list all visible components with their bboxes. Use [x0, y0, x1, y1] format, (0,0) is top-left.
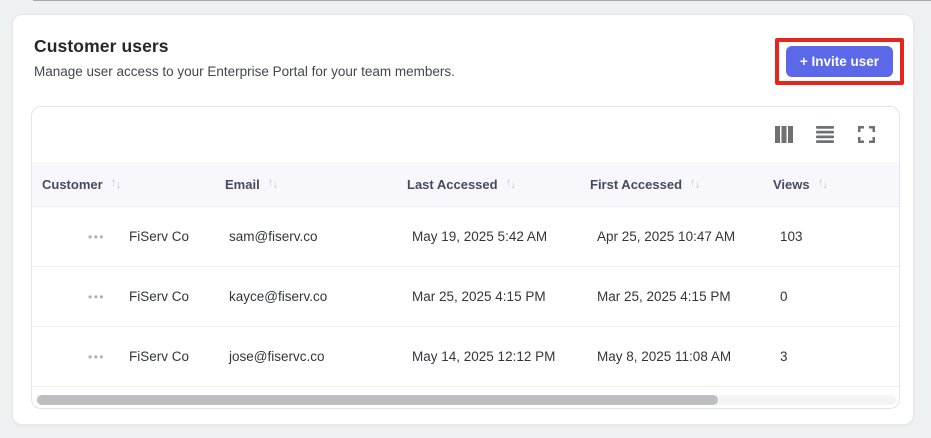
customer-users-card: Customer users Manage user access to you…: [12, 14, 914, 425]
fullscreen-icon: [857, 126, 875, 143]
last-accessed-cell: May 19, 2025 5:42 AM: [412, 229, 548, 244]
fullscreen-button[interactable]: [852, 121, 880, 149]
column-header-views[interactable]: Views ↑ ↓: [773, 177, 899, 192]
row-menu-cell: •••: [32, 289, 129, 304]
users-table: Customer ↑ ↓ Email ↑ ↓ Last Accessed ↑ ↓ Fi…: [31, 106, 900, 409]
row-menu-cell: •••: [32, 229, 129, 244]
horizontal-scrollbar-thumb[interactable]: [37, 395, 718, 405]
columns-icon: [775, 126, 793, 143]
email-cell: sam@fiserv.co: [229, 229, 318, 244]
page-title: Customer users: [34, 36, 169, 56]
column-label: Customer: [42, 176, 103, 192]
table-body: ••• FiServ Co sam@fiserv.co May 19, 2025…: [32, 207, 899, 387]
row-menu-cell: •••: [32, 349, 129, 364]
table-toolbar: [32, 107, 899, 162]
columns-button[interactable]: [770, 121, 798, 149]
first-accessed-cell: Apr 25, 2025 10:47 AM: [597, 229, 736, 244]
row-density-icon: [816, 126, 834, 143]
email-cell: kayce@fiserv.co: [229, 289, 328, 304]
page: Customer users Manage user access to you…: [0, 0, 931, 438]
column-label: Email: [225, 176, 260, 192]
table-row: ••• FiServ Co kayce@fiserv.co Mar 25, 20…: [32, 267, 899, 327]
row-menu-button[interactable]: •••: [88, 231, 105, 243]
first-accessed-cell: Mar 25, 2025 4:15 PM: [597, 289, 731, 304]
row-density-button[interactable]: [811, 121, 839, 149]
table-header-row: Customer ↑ ↓ Email ↑ ↓ Last Accessed ↑ ↓ Fi…: [32, 162, 899, 207]
page-subtitle: Manage user access to your Enterprise Po…: [34, 64, 455, 79]
heading-block: Customer users Manage user access to you…: [34, 36, 455, 79]
sort-icon: ↑ ↓: [110, 177, 122, 192]
row-menu-button[interactable]: •••: [88, 351, 105, 363]
column-header-first-accessed[interactable]: First Accessed ↑ ↓: [590, 177, 773, 192]
sort-icon: ↑ ↓: [505, 177, 517, 192]
customer-cell: FiServ Co: [129, 349, 190, 364]
last-accessed-cell: May 14, 2025 12:12 PM: [412, 349, 556, 364]
column-header-email[interactable]: Email ↑ ↓: [225, 177, 407, 192]
sort-icon: ↑ ↓: [267, 177, 279, 192]
top-divider: [33, 0, 931, 1]
views-cell: 3: [780, 349, 788, 364]
column-label: Last Accessed: [407, 176, 498, 192]
first-accessed-cell: May 8, 2025 11:08 AM: [597, 349, 732, 364]
annotation-box: + Invite user: [774, 38, 904, 85]
table-row: ••• FiServ Co sam@fiserv.co May 19, 2025…: [32, 207, 899, 267]
sort-icon: ↑ ↓: [690, 177, 701, 192]
customer-cell: FiServ Co: [129, 289, 190, 304]
column-header-last-accessed[interactable]: Last Accessed ↑ ↓: [407, 177, 590, 192]
horizontal-scrollbar-track[interactable]: [35, 395, 896, 405]
table-row: ••• FiServ Co jose@fiservc.co May 14, 20…: [32, 327, 899, 387]
views-cell: 103: [780, 229, 803, 244]
last-accessed-cell: Mar 25, 2025 4:15 PM: [412, 289, 546, 304]
email-cell: jose@fiservc.co: [229, 349, 325, 364]
customer-cell: FiServ Co: [129, 229, 190, 244]
column-label: Views: [773, 176, 810, 192]
views-cell: 0: [780, 289, 788, 304]
column-label: First Accessed: [590, 176, 683, 192]
sort-icon: ↑ ↓: [817, 177, 829, 192]
card-header: Customer users Manage user access to you…: [13, 15, 913, 85]
column-header-customer[interactable]: Customer ↑ ↓: [42, 177, 225, 192]
invite-user-button[interactable]: + Invite user: [785, 46, 893, 77]
row-menu-button[interactable]: •••: [88, 291, 105, 303]
